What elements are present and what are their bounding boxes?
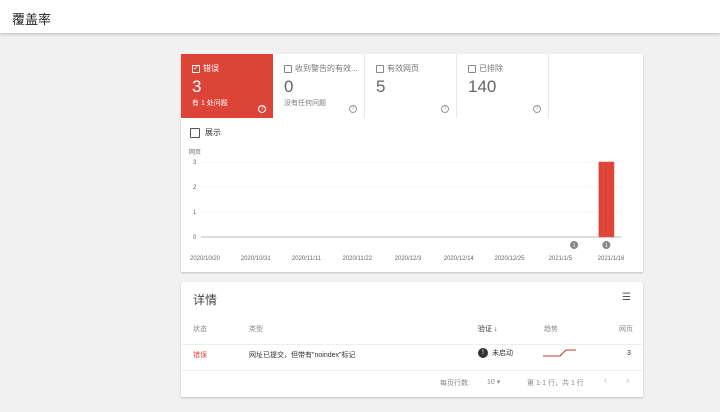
bar: [607, 161, 615, 238]
y-tick-label: 0: [193, 235, 197, 241]
x-tick-label: 2020/10/31: [241, 256, 272, 262]
annotation-label: 1: [605, 243, 608, 249]
help-icon[interactable]: ?: [258, 105, 266, 113]
x-tick-label: 2020/11/11: [292, 256, 322, 262]
y-axis-label: 网页: [189, 149, 201, 156]
x-tick-label: 2020/12/3: [395, 256, 422, 262]
validation-status: 未启动: [492, 350, 513, 357]
details-title: 详情: [193, 293, 218, 307]
page-title: 覆盖率: [12, 12, 52, 27]
prev-page-button[interactable]: ‹: [604, 375, 607, 386]
rows-per-page-label: 每页行数:: [440, 380, 470, 387]
tile-value: 0: [284, 77, 294, 96]
tile-label: 有效网页: [387, 64, 419, 73]
dropdown-icon: ▾: [496, 379, 501, 386]
col-validation[interactable]: 验证 ↓: [478, 324, 497, 334]
tile-label: 错误: [203, 64, 219, 73]
trend-sparkline: [543, 349, 576, 357]
col-pages[interactable]: 网页: [619, 324, 633, 334]
tile-value: 3: [192, 77, 202, 96]
rows-per-page-value: 10: [487, 379, 495, 386]
coverage-card: ✓ 错误 3 有 1 处问题 ? 收到警告的有效... 0 没有任何问题 ? 有效…: [181, 54, 643, 272]
checkbox-icon[interactable]: [376, 64, 384, 73]
tile-valid[interactable]: 有效网页 5 ?: [365, 54, 457, 118]
x-tick-label: 2020/12/14: [444, 256, 475, 262]
x-tick-label: 2020/11/22: [342, 256, 372, 262]
checkbox-icon[interactable]: [190, 127, 200, 138]
y-tick-label: 2: [193, 185, 197, 191]
col-trend[interactable]: 趋势: [544, 324, 558, 334]
info-icon: !: [478, 348, 488, 358]
tile-warning[interactable]: 收到警告的有效... 0 没有任何问题 ?: [273, 54, 365, 118]
col-type[interactable]: 类型: [249, 324, 263, 334]
sort-down-icon: ↓: [493, 326, 498, 333]
tile-error[interactable]: ✓ 错误 3 有 1 处问题 ?: [181, 54, 273, 118]
show-toggle[interactable]: 展示: [190, 127, 221, 138]
next-page-button[interactable]: ›: [626, 375, 629, 386]
x-tick-label: 2021/1/16: [598, 256, 625, 262]
tile-value: 140: [468, 77, 497, 96]
row-type: 网址已提交，但带有"noindex"标记: [249, 352, 356, 359]
tile-value: 5: [376, 77, 386, 96]
show-label: 展示: [205, 128, 221, 137]
tile-label: 已排除: [479, 64, 503, 73]
row-validation: ! 未启动: [478, 348, 513, 358]
x-tick-label: 2021/1/5: [549, 256, 573, 262]
col-validation-label: 验证: [478, 326, 492, 333]
row-pages: 3: [627, 350, 631, 357]
checkbox-checked-icon[interactable]: ✓: [192, 64, 200, 73]
col-status[interactable]: 状态: [193, 324, 207, 334]
app-header: 覆盖率: [0, 0, 720, 33]
page-range: 第 1-1 行，共 1 行: [527, 380, 584, 387]
tile-label: 收到警告的有效...: [295, 64, 358, 73]
y-tick-label: 3: [193, 160, 197, 166]
coverage-chart: 网页 0 1 2 3 2020/10/20 2020/10/31 2020/11/11 2020…: [189, 149, 625, 262]
tile-excluded[interactable]: 已排除 140 ?: [457, 54, 549, 118]
rows-per-page-select[interactable]: 10 ▾: [487, 378, 500, 386]
row-status: 错误: [193, 352, 207, 359]
details-card: 详情 ☰ 状态 类型 验证 ↓ 趋势 网页 错误 网址已提交，但带有"noind…: [181, 282, 643, 397]
checkbox-icon[interactable]: [284, 64, 292, 73]
y-tick-label: 1: [193, 210, 197, 216]
help-icon[interactable]: ?: [349, 105, 357, 113]
annotation-label: 1: [573, 243, 576, 249]
x-tick-label: 2020/12/25: [494, 256, 525, 262]
checkbox-icon[interactable]: [468, 64, 476, 73]
filter-icon[interactable]: ☰: [622, 292, 631, 303]
help-icon[interactable]: ?: [533, 105, 541, 113]
x-tick-label: 2020/10/20: [190, 256, 221, 262]
help-icon[interactable]: ?: [441, 105, 449, 113]
